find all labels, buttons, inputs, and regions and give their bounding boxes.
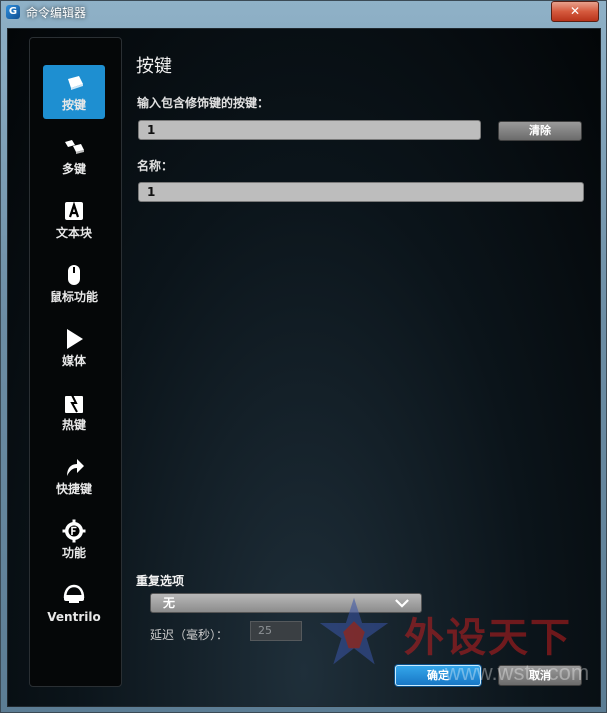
sidebar-item-label: 快捷键 <box>55 482 92 496</box>
headset-icon <box>63 584 85 603</box>
sidebar-item-label: 媒体 <box>61 354 86 368</box>
star-logo-icon <box>319 597 389 665</box>
text-block-icon <box>65 201 83 220</box>
multi-key-icon <box>65 140 84 154</box>
sidebar-item-shortcut[interactable]: 快捷键 <box>43 449 105 503</box>
shortcut-arrow-icon <box>67 459 84 476</box>
delay-label: 延迟（毫秒）： <box>150 628 229 642</box>
key-input-label: 输入包含修饰键的按键： <box>137 96 270 110</box>
sidebar-item-label: 鼠标功能 <box>49 290 98 304</box>
sidebar-item-multikey[interactable]: 多键 <box>43 129 105 183</box>
page-title: 按键 <box>136 56 172 77</box>
repeat-selected-value: 无 <box>163 596 176 610</box>
key-icon <box>68 76 83 90</box>
sidebar-item-label: 文本块 <box>55 226 92 240</box>
hotkey-icon <box>65 392 83 413</box>
sidebar-item-mouse[interactable]: 鼠标功能 <box>43 257 105 311</box>
sidebar-item-label: 功能 <box>61 546 86 560</box>
delay-ms-input[interactable]: 25 <box>250 621 302 641</box>
command-type-sidebar: 按键 多键 文本块 鼠标功能 媒体 热键 快捷键 功能 Ventrilo <box>29 37 122 687</box>
function-gear-icon <box>62 519 86 543</box>
repeat-options-label: 重复选项 <box>136 574 185 588</box>
name-label: 名称： <box>137 159 174 173</box>
clear-button[interactable]: 清除 <box>498 121 582 141</box>
watermark-text: 外设天下 <box>404 614 572 661</box>
sidebar-item-label: 按键 <box>61 98 86 112</box>
key-input-field[interactable]: 1 <box>138 120 481 140</box>
sidebar-item-media[interactable]: 媒体 <box>43 321 105 375</box>
sidebar-item-text-block[interactable]: 文本块 <box>43 193 105 247</box>
sidebar-item-ventrilo[interactable]: Ventrilo <box>43 577 105 631</box>
name-field[interactable]: 1 <box>138 182 584 202</box>
sidebar-item-key[interactable]: 按键 <box>43 65 105 119</box>
app-logo-icon: G <box>6 5 20 19</box>
play-icon <box>67 329 83 349</box>
window-title: 命令编辑器 <box>26 6 87 20</box>
title-bar: G 命令编辑器 ✕ <box>0 0 607 24</box>
sidebar-item-label: 多键 <box>61 162 86 176</box>
mouse-icon <box>68 265 80 285</box>
sidebar-item-label: 热键 <box>61 418 86 432</box>
sidebar-item-hotkey[interactable]: 热键 <box>43 385 105 439</box>
close-button[interactable]: ✕ <box>551 1 599 22</box>
sidebar-item-function[interactable]: 功能 <box>43 513 105 567</box>
watermark-url: www.wstx.com <box>445 660 590 685</box>
sidebar-item-label: Ventrilo <box>47 610 101 624</box>
